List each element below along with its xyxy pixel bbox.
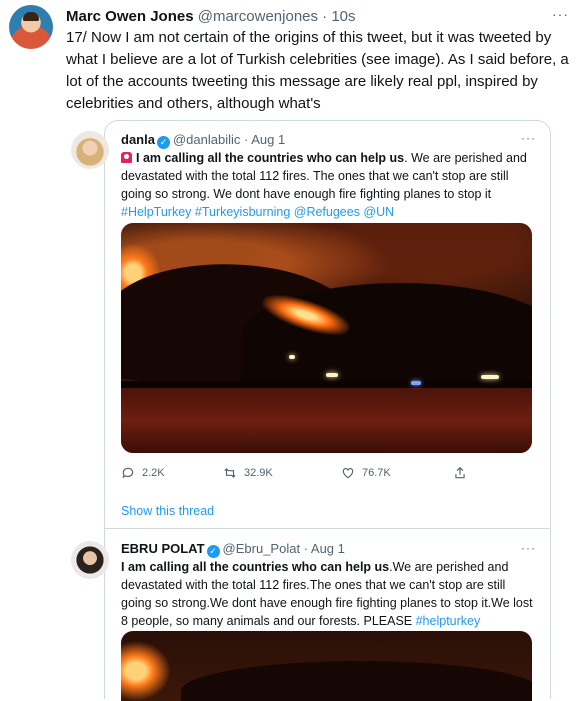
author-avatar[interactable]: [9, 5, 53, 49]
retweet-button[interactable]: 32.9K: [223, 466, 273, 480]
tweet-text: 17/ Now I am not certain of the origins …: [66, 29, 569, 112]
tweet-header: Marc Owen Jones @marcowenjones · 10s: [66, 8, 356, 25]
hashtags-mentions[interactable]: #HelpTurkey #Turkeyisburning @Refugees @…: [121, 205, 394, 219]
quoted-text-bold: I am calling all the countries who can h…: [136, 151, 405, 165]
reply-button[interactable]: 2.2K: [121, 466, 165, 480]
verified-icon: ✓: [156, 136, 170, 149]
quoted-text-bold: I am calling all the countries who can h…: [121, 560, 390, 574]
like-button[interactable]: 76.7K: [341, 466, 391, 480]
quoted-author-handle-time: @danlabilic · Aug 1: [172, 132, 286, 147]
siren-icon: [121, 152, 132, 163]
retweet-count: 32.9K: [244, 467, 273, 479]
tweet-actions: 2.2K 32.9K 76.7K: [121, 466, 536, 482]
verified-icon: ✓: [206, 545, 220, 558]
quoted-author-name[interactable]: EBRU POLAT: [121, 541, 205, 556]
author-name[interactable]: Marc Owen Jones: [66, 8, 194, 25]
quoted-tweet-danla[interactable]: danla ✓ @danlabilic · Aug 1 ··· I am calli…: [71, 120, 551, 531]
danla-avatar[interactable]: [71, 131, 109, 169]
retweet-icon: [224, 468, 236, 478]
wildfire-image[interactable]: [121, 631, 532, 701]
share-button[interactable]: [453, 466, 467, 480]
quoted-tweet-text: I am calling all the countries who can h…: [121, 558, 536, 630]
reply-count: 2.2K: [142, 467, 165, 479]
ebru-polat-avatar[interactable]: [71, 541, 109, 579]
hashtag-helpturkey[interactable]: #helpturkey: [416, 614, 481, 628]
quoted-tweet-header: EBRU POLAT ✓ @Ebru_Polat · Aug 1: [121, 541, 345, 558]
show-thread-link[interactable]: Show this thread: [121, 504, 214, 518]
quoted-tweet-text: I am calling all the countries who can h…: [121, 149, 536, 221]
more-options-icon[interactable]: ···: [521, 541, 536, 555]
reply-icon: [122, 467, 134, 479]
share-icon: [455, 466, 465, 479]
wildfire-image[interactable]: [121, 223, 532, 453]
more-options-icon[interactable]: ···: [552, 6, 569, 22]
quoted-author-name[interactable]: danla: [121, 132, 155, 147]
quoted-author-handle-time: @Ebru_Polat · Aug 1: [222, 541, 345, 556]
quoted-tweet-ebru-polat[interactable]: EBRU POLAT ✓ @Ebru_Polat · Aug 1 ··· I am …: [71, 528, 551, 701]
more-options-icon[interactable]: ···: [521, 131, 536, 145]
author-handle-time: @marcowenjones · 10s: [197, 8, 356, 25]
like-icon: [342, 468, 354, 479]
like-count: 76.7K: [362, 467, 391, 479]
quoted-tweet-header: danla ✓ @danlabilic · Aug 1: [121, 132, 285, 149]
